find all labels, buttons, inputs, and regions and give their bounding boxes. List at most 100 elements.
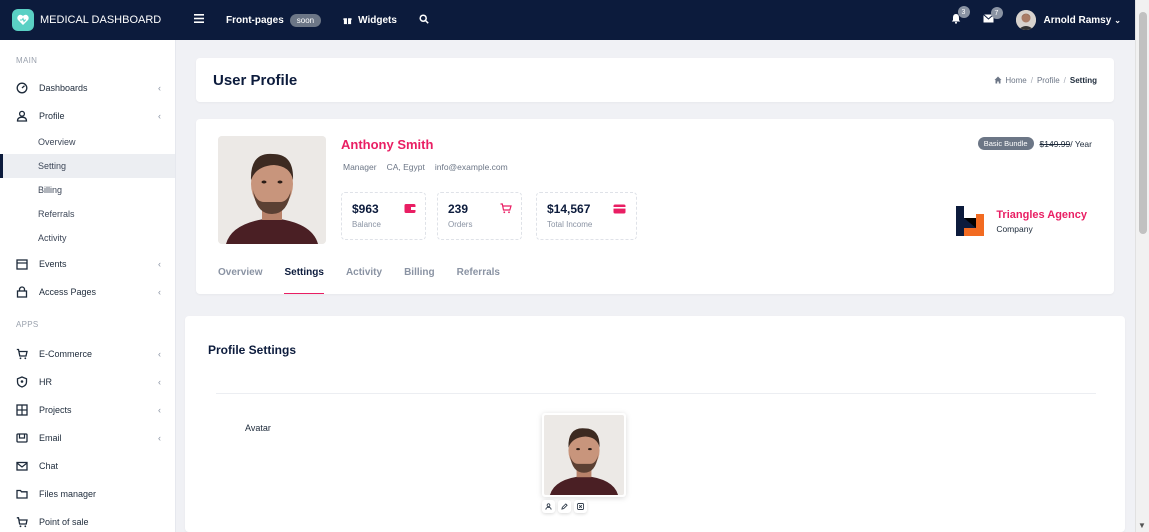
avatar-view-button[interactable] [542, 500, 555, 513]
hamburger-icon [194, 14, 204, 26]
stat-balance: $963 Balance [341, 192, 426, 240]
front-pages-menu[interactable]: Front-pages soon [226, 13, 322, 27]
pencil-icon [561, 503, 568, 510]
front-pages-label: Front-pages [226, 14, 284, 26]
sidebar-item-label: Access Pages [39, 287, 97, 297]
profile-card: Anthony Smith Manager CA, Egypt info@exa… [196, 119, 1114, 294]
sidebar-item-label: Point of sale [39, 517, 89, 527]
sidebar-item-label: Profile [39, 111, 65, 121]
basket-icon [16, 516, 28, 528]
settings-title: Profile Settings [208, 343, 297, 357]
sidebar-item-label: Email [39, 433, 62, 443]
scroll-down-icon[interactable]: ▼ [1138, 521, 1146, 530]
close-icon [577, 503, 584, 510]
scrollbar-thumb[interactable] [1139, 12, 1147, 234]
sidebar-subitem-referrals[interactable]: Referrals [0, 202, 175, 226]
tab-overview[interactable]: Overview [218, 267, 262, 294]
sidebar-item-events[interactable]: Events ‹ [0, 250, 175, 278]
user-name[interactable]: Arnold Ramsy [1044, 15, 1112, 26]
plan-info: Basic Bundle $149.99 / Year [977, 137, 1092, 150]
home-icon [994, 76, 1002, 84]
chevron-left-icon: ‹ [158, 83, 161, 93]
sidebar-item-ecommerce[interactable]: E-Commerce ‹ [0, 340, 175, 368]
profile-role: Manager [343, 162, 377, 172]
sidebar-item-hr[interactable]: HR ‹ [0, 368, 175, 396]
profile-tabs: Overview Settings Activity Billing Refer… [218, 267, 522, 294]
menu-toggle[interactable] [194, 14, 204, 26]
sidebar-item-access-pages[interactable]: Access Pages ‹ [0, 278, 175, 306]
company-info: Triangles Agency Company [954, 204, 1087, 238]
cart-icon [500, 203, 512, 217]
breadcrumb-profile[interactable]: Profile [1037, 76, 1060, 85]
top-navbar: MEDICAL DASHBOARD Front-pages soon Widge… [0, 0, 1135, 40]
sidebar-item-files[interactable]: Files manager [0, 480, 175, 508]
stat-label: Orders [448, 220, 473, 229]
messages-button[interactable]: 7 [982, 7, 1003, 26]
tab-settings[interactable]: Settings [284, 267, 325, 294]
stat-orders: 239 Orders [437, 192, 522, 240]
stat-label: Total Income [547, 220, 593, 229]
avatar-image [544, 415, 624, 495]
avatar-edit-button[interactable] [558, 500, 571, 513]
sidebar-item-chat[interactable]: Chat [0, 452, 175, 480]
search-button[interactable] [419, 13, 429, 27]
plan-badge: Basic Bundle [977, 137, 1034, 150]
cart-icon [16, 348, 28, 360]
notifications-button[interactable]: 3 [951, 6, 970, 27]
avatar[interactable] [1015, 10, 1036, 30]
stat-label: Balance [352, 220, 381, 229]
breadcrumb-home[interactable]: Home [1005, 76, 1026, 85]
avatar-upload[interactable] [542, 413, 626, 497]
tab-referrals[interactable]: Referrals [457, 267, 500, 294]
search-icon [419, 13, 429, 27]
company-logo-icon [954, 204, 986, 238]
widgets-menu[interactable]: Widgets [343, 15, 397, 26]
sidebar-item-pos[interactable]: Point of sale [0, 508, 175, 532]
company-type: Company [996, 223, 1033, 234]
avatar-remove-button[interactable] [574, 500, 587, 513]
breadcrumb: Home / Profile / Setting [994, 76, 1097, 85]
profile-location: CA, Egypt [386, 162, 425, 172]
mail-icon [16, 460, 28, 472]
chevron-left-icon: ‹ [158, 111, 161, 121]
shield-icon [16, 376, 28, 388]
brand[interactable]: MEDICAL DASHBOARD [0, 9, 176, 31]
sidebar-item-label: Chat [39, 461, 59, 471]
avatar-label: Avatar [245, 423, 271, 433]
profile-email[interactable]: info@example.com [435, 162, 508, 172]
avatar-actions [542, 500, 587, 513]
tab-activity[interactable]: Activity [346, 267, 382, 294]
profile-photo [218, 136, 326, 244]
folder-icon [16, 488, 28, 500]
chevron-left-icon: ‹ [158, 349, 161, 359]
sidebar-item-dashboards[interactable]: Dashboards ‹ [0, 74, 175, 102]
grid-icon [16, 404, 28, 416]
breadcrumb-separator: / [1063, 75, 1066, 85]
soon-badge: soon [289, 13, 322, 27]
sidebar-item-projects[interactable]: Projects ‹ [0, 396, 175, 424]
user-icon [545, 503, 552, 510]
page-scrollbar[interactable]: ▼ [1135, 0, 1149, 532]
gift-icon [343, 16, 352, 25]
inbox-icon [16, 432, 28, 444]
credit-card-icon [613, 203, 626, 217]
chevron-left-icon: ‹ [158, 433, 161, 443]
sidebar-item-label: Files manager [39, 489, 97, 499]
sidebar-subitem-setting[interactable]: Setting [0, 154, 175, 178]
gauge-icon [16, 82, 28, 94]
page-title: User Profile [213, 71, 298, 89]
sidebar-subitem-billing[interactable]: Billing [0, 178, 175, 202]
plan-price: $149.99 [1039, 138, 1071, 149]
sidebar-section-main: MAIN [16, 56, 38, 65]
profile-name: Anthony Smith [341, 137, 434, 152]
calendar-icon [16, 258, 28, 270]
chevron-left-icon: ‹ [158, 259, 161, 269]
sidebar-subitem-overview[interactable]: Overview [0, 130, 175, 154]
divider [216, 393, 1096, 394]
tab-billing[interactable]: Billing [404, 267, 435, 294]
sidebar-item-email[interactable]: Email ‹ [0, 424, 175, 452]
sidebar-item-label: Dashboards [39, 83, 88, 93]
stat-total-income: $14,567 Total Income [536, 192, 637, 240]
sidebar-subitem-activity[interactable]: Activity [0, 226, 175, 250]
sidebar-item-profile[interactable]: Profile ‹ [0, 102, 175, 130]
